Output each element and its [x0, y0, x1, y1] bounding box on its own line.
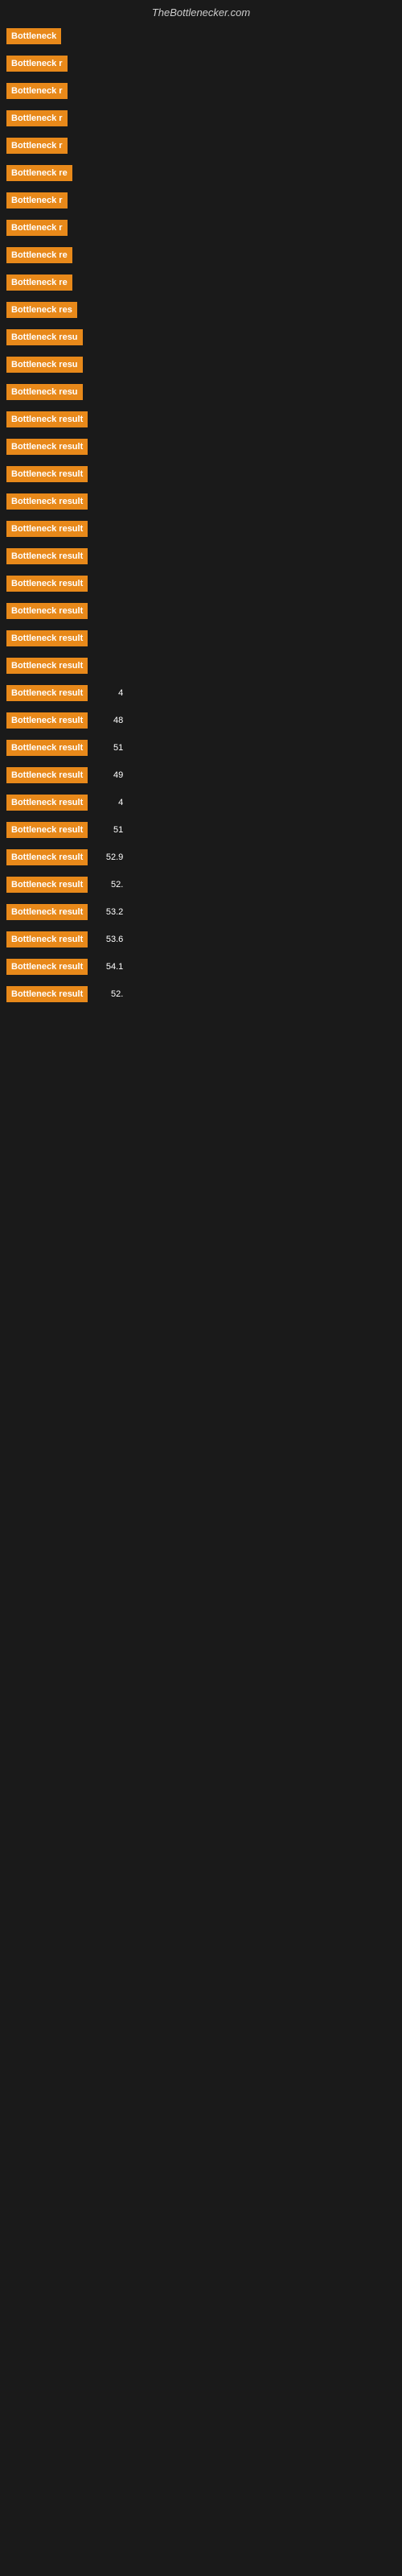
table-row: Bottleneck result53.6: [0, 927, 402, 952]
bottleneck-label: Bottleneck resu: [6, 384, 83, 400]
table-row: Bottleneck: [0, 23, 402, 49]
bottleneck-label: Bottleneck re: [6, 247, 72, 263]
bottleneck-label: Bottleneck result: [6, 466, 88, 482]
table-row: Bottleneck result: [0, 407, 402, 432]
site-title: TheBottlenecker.com: [0, 0, 402, 22]
table-row: Bottleneck r: [0, 105, 402, 131]
bottleneck-value: 49: [91, 770, 123, 780]
table-row: Bottleneck result: [0, 434, 402, 460]
bottleneck-label: Bottleneck result: [6, 712, 88, 729]
table-row: Bottleneck result: [0, 571, 402, 597]
bottleneck-label: Bottleneck r: [6, 56, 68, 72]
table-row: Bottleneck r: [0, 188, 402, 213]
table-row: Bottleneck result52.: [0, 872, 402, 898]
table-row: Bottleneck result: [0, 625, 402, 651]
bottleneck-label: Bottleneck res: [6, 302, 77, 318]
bottleneck-label: Bottleneck result: [6, 576, 88, 592]
table-row: Bottleneck r: [0, 215, 402, 241]
bottleneck-value: 51: [91, 825, 123, 835]
bottleneck-label: Bottleneck result: [6, 959, 88, 975]
bottleneck-label: Bottleneck r: [6, 192, 68, 208]
table-row: Bottleneck result4: [0, 680, 402, 706]
table-row: Bottleneck result52.9: [0, 844, 402, 870]
table-row: Bottleneck resu: [0, 324, 402, 350]
table-row: Bottleneck result: [0, 489, 402, 514]
table-row: Bottleneck re: [0, 270, 402, 295]
bottleneck-value: 52.9: [91, 852, 123, 862]
bottleneck-label: Bottleneck r: [6, 220, 68, 236]
bottleneck-label: Bottleneck r: [6, 138, 68, 154]
bottleneck-label: Bottleneck resu: [6, 329, 83, 345]
table-row: Bottleneck r: [0, 133, 402, 159]
table-row: Bottleneck result48: [0, 708, 402, 733]
table-row: Bottleneck result52.: [0, 981, 402, 1007]
table-row: Bottleneck res: [0, 297, 402, 323]
bottleneck-value: 53.2: [91, 907, 123, 917]
table-row: Bottleneck result: [0, 516, 402, 542]
bottleneck-label: Bottleneck result: [6, 767, 88, 783]
bottleneck-label: Bottleneck result: [6, 411, 88, 427]
bottleneck-label: Bottleneck: [6, 28, 61, 44]
table-row: Bottleneck result51: [0, 735, 402, 761]
bottleneck-label: Bottleneck result: [6, 521, 88, 537]
bottleneck-value: 52.: [91, 880, 123, 890]
bottleneck-label: Bottleneck result: [6, 603, 88, 619]
bottleneck-label: Bottleneck result: [6, 548, 88, 564]
table-row: Bottleneck r: [0, 51, 402, 76]
bottleneck-label: Bottleneck result: [6, 877, 88, 893]
bottleneck-label: Bottleneck r: [6, 110, 68, 126]
bottleneck-label: Bottleneck result: [6, 795, 88, 811]
bottleneck-value: 4: [91, 688, 123, 698]
bottleneck-label: Bottleneck resu: [6, 357, 83, 373]
table-row: Bottleneck result: [0, 543, 402, 569]
table-row: Bottleneck re: [0, 160, 402, 186]
bottleneck-value: 48: [91, 716, 123, 725]
bottleneck-label: Bottleneck result: [6, 822, 88, 838]
bottleneck-label: Bottleneck result: [6, 658, 88, 674]
table-row: Bottleneck resu: [0, 379, 402, 405]
bottleneck-value: 51: [91, 743, 123, 753]
bottleneck-value: 54.1: [91, 962, 123, 972]
table-row: Bottleneck result4: [0, 790, 402, 815]
table-row: Bottleneck result54.1: [0, 954, 402, 980]
bottleneck-label: Bottleneck r: [6, 83, 68, 99]
table-row: Bottleneck result51: [0, 817, 402, 843]
bottleneck-label: Bottleneck result: [6, 931, 88, 947]
bottleneck-label: Bottleneck result: [6, 493, 88, 510]
table-row: Bottleneck r: [0, 78, 402, 104]
bottleneck-label: Bottleneck result: [6, 439, 88, 455]
bottleneck-label: Bottleneck result: [6, 685, 88, 701]
bottleneck-label: Bottleneck result: [6, 904, 88, 920]
bottleneck-label: Bottleneck result: [6, 740, 88, 756]
table-row: Bottleneck re: [0, 242, 402, 268]
table-row: Bottleneck result: [0, 598, 402, 624]
bottleneck-label: Bottleneck result: [6, 849, 88, 865]
table-row: Bottleneck result: [0, 653, 402, 679]
bottleneck-label: Bottleneck re: [6, 165, 72, 181]
bottleneck-value: 4: [91, 798, 123, 807]
bottleneck-value: 53.6: [91, 935, 123, 944]
table-row: Bottleneck result53.2: [0, 899, 402, 925]
bottleneck-value: 52.: [91, 989, 123, 999]
table-row: Bottleneck resu: [0, 352, 402, 378]
bottleneck-label: Bottleneck result: [6, 986, 88, 1002]
bottleneck-label: Bottleneck result: [6, 630, 88, 646]
table-row: Bottleneck result49: [0, 762, 402, 788]
bottleneck-label: Bottleneck re: [6, 275, 72, 291]
table-row: Bottleneck result: [0, 461, 402, 487]
